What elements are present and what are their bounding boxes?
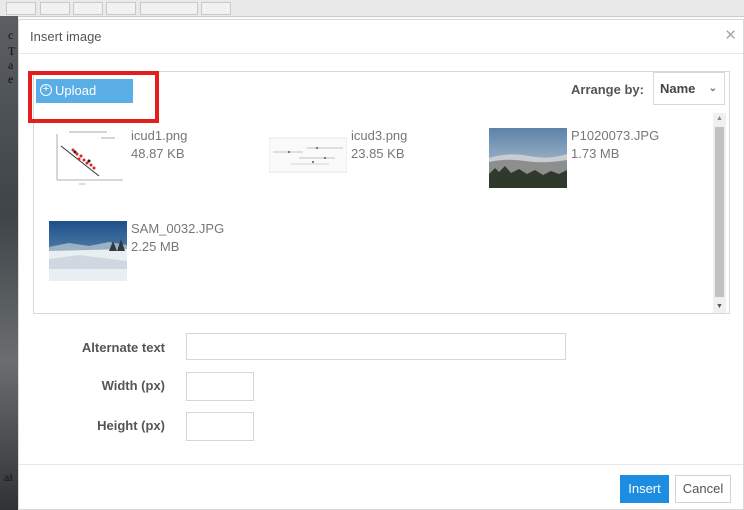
scroll-up-icon[interactable]: ▲ [713, 113, 726, 125]
file-item[interactable]: P1020073.JPG 1.73 MB [489, 128, 689, 192]
file-item[interactable]: icud3.png 23.85 KB [269, 128, 469, 192]
insert-image-dialog: Insert image ✕ + Upload Arrange by: Name… [18, 19, 744, 510]
background-text: c [8, 28, 14, 42]
background-toolbar-button [106, 2, 136, 15]
file-name: icud1.png [131, 128, 188, 143]
file-size: 1.73 MB [571, 146, 620, 161]
plus-circle-icon: + [40, 84, 52, 96]
file-name: SAM_0032.JPG [131, 221, 225, 236]
scroll-down-icon[interactable]: ▼ [713, 301, 726, 313]
file-item[interactable]: icud1.png 48.87 KB [49, 128, 249, 192]
upload-button[interactable]: + Upload [36, 79, 133, 103]
arrange-by-value: Name [660, 81, 696, 96]
width-input[interactable] [186, 372, 254, 401]
file-size: 48.87 KB [131, 146, 185, 161]
background-text: e [8, 72, 14, 86]
alt-text-input[interactable] [186, 333, 566, 360]
background-text: ai [4, 470, 13, 484]
background-toolbar-button [140, 2, 198, 15]
upload-label: Upload [55, 83, 97, 98]
background-image-strip [0, 16, 18, 510]
dialog-title: Insert image [30, 29, 102, 44]
background-toolbar-button [6, 2, 36, 15]
width-label: Width (px) [101, 378, 165, 393]
close-icon[interactable]: ✕ [724, 26, 737, 44]
cancel-button[interactable]: Cancel [675, 475, 731, 503]
alt-text-label: Alternate text [81, 340, 165, 355]
file-item[interactable]: SAM_0032.JPG 2.25 MB [49, 221, 249, 285]
file-list-scrollbar[interactable]: ▲ ▼ [713, 113, 726, 313]
chevron-down-icon: ⌄ [708, 83, 717, 94]
arrange-by-select[interactable]: Name ⌄ [653, 72, 725, 105]
insert-button[interactable]: Insert [620, 475, 669, 503]
snow-photo [49, 221, 127, 281]
background-text: T [8, 44, 16, 58]
height-label: Height (px) [97, 418, 165, 433]
background-toolbar [0, 0, 744, 17]
background-toolbar-button [73, 2, 103, 15]
background-toolbar-button [40, 2, 70, 15]
height-input[interactable] [186, 412, 254, 441]
background-toolbar-button [201, 2, 231, 15]
file-name: P1020073.JPG [571, 128, 660, 143]
arrange-by-label: Arrange by: [571, 82, 644, 97]
file-size: 23.85 KB [351, 146, 405, 161]
background-text: a [8, 58, 14, 72]
chart-thumbnail [49, 128, 127, 188]
file-size: 2.25 MB [131, 239, 180, 254]
landscape-photo [489, 128, 567, 188]
scrollbar-thumb[interactable] [715, 127, 724, 297]
file-name: icud3.png [351, 128, 408, 143]
divider [19, 53, 743, 54]
diagram-thumbnail [269, 128, 347, 188]
divider [19, 464, 743, 465]
